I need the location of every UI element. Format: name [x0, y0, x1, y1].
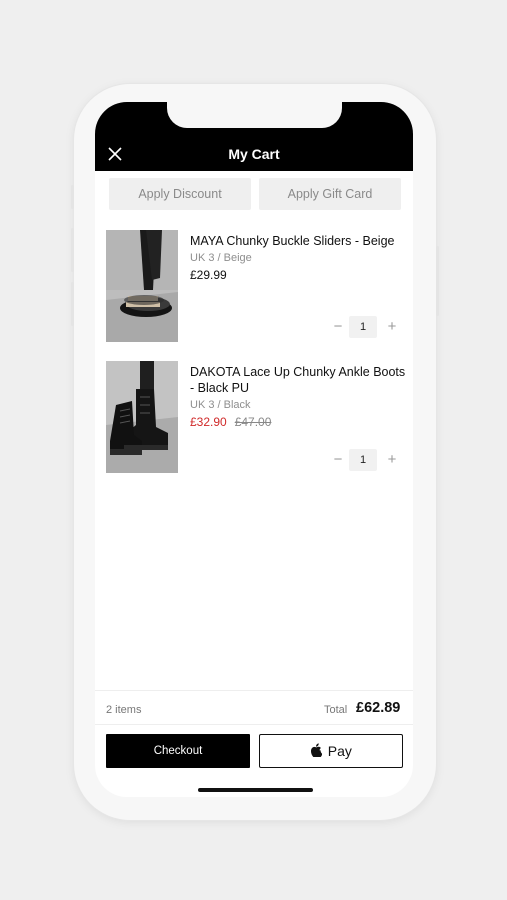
total-value: £62.89 — [356, 700, 401, 716]
sale-price: £32.90 — [190, 415, 227, 429]
product-name[interactable]: DAKOTA Lace Up Chunky Ankle Boots - Blac… — [190, 364, 408, 396]
original-price: £47.00 — [234, 415, 272, 429]
phone-mute-switch — [71, 185, 74, 209]
phone-volume-up — [71, 228, 74, 272]
product-image-sliders[interactable] — [106, 230, 178, 342]
summary-divider — [95, 690, 413, 691]
decrease-quantity-button[interactable]: − — [330, 449, 346, 471]
product-price-block: £32.90 £47.00 — [190, 415, 271, 429]
increase-quantity-button[interactable]: + — [384, 449, 400, 471]
apply-discount-button[interactable]: Apply Discount — [109, 178, 251, 210]
checkout-button[interactable]: Checkout — [106, 734, 250, 768]
home-indicator[interactable] — [198, 788, 313, 792]
cart-screen: My Cart Apply Discount Apply Gift Card M… — [95, 102, 413, 797]
item-count: 2 items — [106, 704, 142, 716]
apple-logo-icon — [310, 743, 326, 759]
phone-volume-down — [71, 282, 74, 326]
phone-power-button — [436, 246, 439, 316]
apple-pay-label: Pay — [327, 743, 352, 759]
apple-pay-button[interactable]: Pay — [259, 734, 403, 768]
quantity-value[interactable]: 1 — [349, 316, 377, 338]
cart-item: MAYA Chunky Buckle Sliders - Beige UK 3 … — [104, 230, 412, 342]
apply-gift-card-button[interactable]: Apply Gift Card — [259, 178, 401, 210]
cart-item: DAKOTA Lace Up Chunky Ankle Boots - Blac… — [104, 361, 412, 473]
product-image-boots[interactable] — [106, 361, 178, 473]
product-price: £29.99 — [190, 268, 227, 282]
decrease-quantity-button[interactable]: − — [330, 316, 346, 338]
quantity-value[interactable]: 1 — [349, 449, 377, 471]
header-bar: My Cart — [95, 102, 413, 171]
quantity-stepper: − 1 + — [330, 316, 400, 338]
product-name[interactable]: MAYA Chunky Buckle Sliders - Beige — [190, 233, 408, 249]
product-variant: UK 3 / Black — [190, 399, 251, 411]
quantity-stepper: − 1 + — [330, 449, 400, 471]
page-title: My Cart — [228, 146, 280, 162]
summary-divider — [95, 724, 413, 725]
increase-quantity-button[interactable]: + — [384, 316, 400, 338]
total-label: Total — [324, 704, 348, 716]
product-variant: UK 3 / Beige — [190, 252, 252, 264]
phone-notch — [167, 102, 342, 128]
